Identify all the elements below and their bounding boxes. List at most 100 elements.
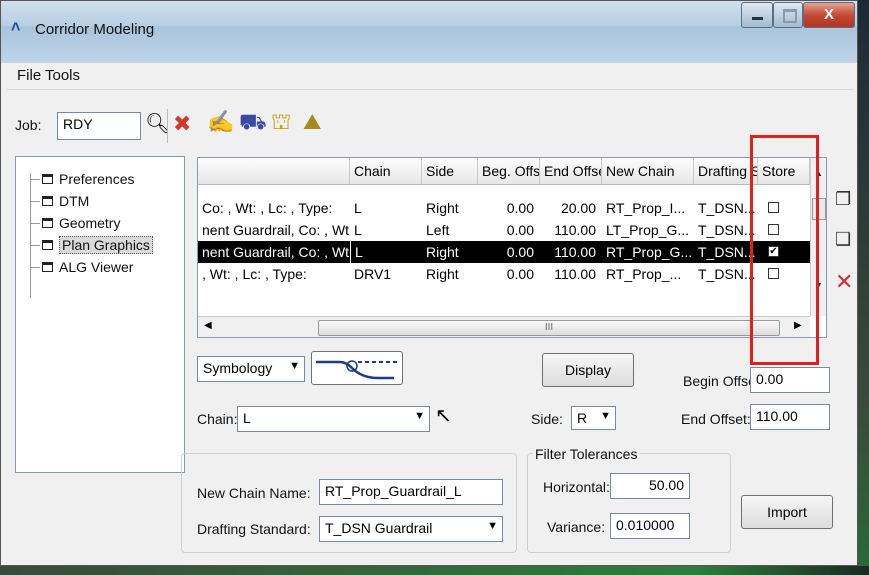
- cell-side: Right: [426, 200, 459, 216]
- cell-new-chain: RT_Prop_...: [606, 266, 682, 282]
- cell-beg-offset: 0.00: [506, 222, 534, 238]
- col-header-end-offset[interactable]: End Offse: [540, 158, 602, 184]
- cell-new-chain: RT_Prop_G...: [606, 244, 693, 260]
- table-header: Chain Side Beg. Offse End Offse New Chai…: [198, 158, 810, 185]
- menu-tools[interactable]: Tools: [45, 67, 80, 84]
- cell-beg-offset: 0.00: [506, 266, 534, 282]
- tree-item-alg-viewer[interactable]: ALG Viewer: [30, 257, 133, 277]
- window-title: Corridor Modeling: [35, 21, 155, 38]
- plan-graphics-table: Chain Side Beg. Offse End Offse New Chai…: [197, 157, 827, 338]
- symbology-label: Symbology: [203, 360, 273, 376]
- chain-value: L: [243, 410, 251, 426]
- drafting-standard-value: T_DSN Guardrail: [325, 520, 433, 536]
- window-icon: [42, 218, 53, 228]
- tree-item-preferences[interactable]: Preferences: [30, 169, 134, 189]
- window-icon: [42, 174, 53, 184]
- chevron-down-icon: ▼: [487, 520, 498, 532]
- filter-tolerances-title: Filter Tolerances: [533, 446, 640, 462]
- table-row[interactable]: , Wt: , Lc: , Type: DRV1 Right 0.00 110.…: [198, 263, 810, 285]
- symbology-preview[interactable]: [311, 351, 403, 385]
- begin-offset-field[interactable]: 0.00: [750, 367, 830, 393]
- job-label: Job:: [15, 117, 42, 133]
- cell-chain: L: [350, 241, 422, 263]
- cell-end-offset: 20.00: [560, 200, 596, 216]
- tree-item-plan-graphics[interactable]: Plan Graphics: [30, 235, 153, 255]
- scroll-left-icon[interactable]: ◀: [204, 320, 212, 331]
- cell-end-offset: 110.00: [554, 222, 596, 238]
- maximize-button[interactable]: [773, 2, 803, 28]
- cell-name: nent Guardrail, Co: , Wt...: [202, 244, 350, 260]
- new-chain-name-field[interactable]: RT_Prop_Guardrail_L: [319, 479, 503, 505]
- window-icon: [42, 240, 53, 250]
- col-header-name[interactable]: [198, 158, 350, 184]
- menu-bar: File Tools: [7, 63, 853, 90]
- chain-dropdown[interactable]: L ▼: [237, 406, 430, 432]
- tree-item-dtm[interactable]: DTM: [30, 191, 89, 211]
- desktop-background: [858, 0, 869, 575]
- template-icon[interactable]: ✍: [207, 109, 234, 135]
- symbology-preview-icon: [316, 360, 398, 380]
- roadway-icon[interactable]: ⛟: [239, 109, 267, 135]
- navigation-tree: Preferences DTM Geometry Plan Graphics A…: [15, 156, 185, 473]
- table-row[interactable]: Co: , Wt: , Lc: , Type: L Right 0.00 20.…: [198, 197, 810, 219]
- menu-file[interactable]: File: [17, 67, 41, 84]
- pick-chain-icon[interactable]: ↖: [435, 403, 452, 428]
- scroll-thumb[interactable]: III: [318, 320, 780, 336]
- cell-chain: L: [354, 222, 362, 238]
- table-row-selected[interactable]: nent Guardrail, Co: , Wt... L Right 0.00…: [198, 241, 810, 263]
- drafting-standard-label: Drafting Standard:: [197, 521, 311, 537]
- cell-drafting: T_DSN...: [698, 244, 756, 260]
- cell-end-offset: 110.00: [554, 244, 596, 260]
- import-button[interactable]: Import: [741, 495, 833, 529]
- horizontal-field[interactable]: 50.00: [610, 473, 690, 499]
- col-header-drafting[interactable]: Drafting S: [694, 158, 758, 184]
- side-dropdown[interactable]: R ▼: [571, 406, 616, 430]
- delete-row-icon[interactable]: ✕: [835, 269, 853, 295]
- horizontal-label: Horizontal:: [543, 479, 610, 495]
- add-row-icon[interactable]: ❐: [835, 189, 851, 210]
- cell-drafting: T_DSN...: [698, 222, 756, 238]
- side-value: R: [577, 410, 588, 426]
- cell-drafting: T_DSN...: [698, 266, 756, 282]
- side-label: Side:: [531, 411, 563, 427]
- app-icon: ˄: [11, 19, 21, 36]
- cell-chain: L: [354, 200, 362, 216]
- title-bar[interactable]: ˄ Corridor Modeling X: [1, 1, 857, 63]
- col-header-beg-offset[interactable]: Beg. Offse: [478, 158, 540, 184]
- cell-chain: DRV1: [354, 266, 392, 282]
- copy-row-icon[interactable]: ❑: [835, 229, 851, 250]
- new-chain-name-label: New Chain Name:: [197, 485, 311, 501]
- table-row[interactable]: nent Guardrail, Co: , Wt... L Left 0.00 …: [198, 219, 810, 241]
- cell-name: Co: , Wt: , Lc: , Type:: [202, 200, 333, 216]
- cell-beg-offset: 0.00: [506, 200, 534, 216]
- col-header-chain[interactable]: Chain: [350, 158, 422, 184]
- cross-section-icon[interactable]: ⛰: [303, 109, 321, 135]
- superelevation-icon[interactable]: ⛫: [271, 109, 291, 135]
- store-column-callout: [750, 135, 819, 365]
- symbology-dropdown[interactable]: Symbology ▼: [197, 356, 305, 382]
- minimize-button[interactable]: [741, 2, 773, 28]
- cell-side: Right: [426, 244, 459, 260]
- end-offset-label: End Offset:: [681, 411, 751, 427]
- cell-side: Right: [426, 266, 459, 282]
- horizontal-scrollbar[interactable]: ◀ III ▶: [198, 316, 810, 337]
- end-offset-field[interactable]: 110.00: [750, 404, 830, 430]
- cell-new-chain: LT_Prop_G...: [606, 222, 690, 238]
- chevron-down-icon: ▼: [289, 360, 300, 372]
- col-header-side[interactable]: Side: [422, 158, 478, 184]
- display-button[interactable]: Display: [542, 353, 634, 387]
- tree-item-geometry[interactable]: Geometry: [30, 213, 120, 233]
- col-header-new-chain[interactable]: New Chain: [602, 158, 694, 184]
- job-field[interactable]: RDY: [57, 112, 141, 140]
- chevron-down-icon: ▼: [600, 410, 611, 422]
- window-icon: [42, 262, 53, 272]
- cell-name: , Wt: , Lc: , Type:: [202, 266, 307, 282]
- drafting-standard-dropdown[interactable]: T_DSN Guardrail ▼: [319, 516, 503, 542]
- chevron-down-icon: ▼: [414, 410, 425, 422]
- cell-end-offset: 110.00: [554, 266, 596, 282]
- cell-new-chain: RT_Prop_I...: [606, 200, 686, 216]
- variance-field[interactable]: 0.010000: [610, 513, 690, 539]
- close-button[interactable]: X: [803, 2, 855, 28]
- alignment-icon[interactable]: ✖: [173, 111, 191, 137]
- toolbar-separator: [167, 109, 168, 143]
